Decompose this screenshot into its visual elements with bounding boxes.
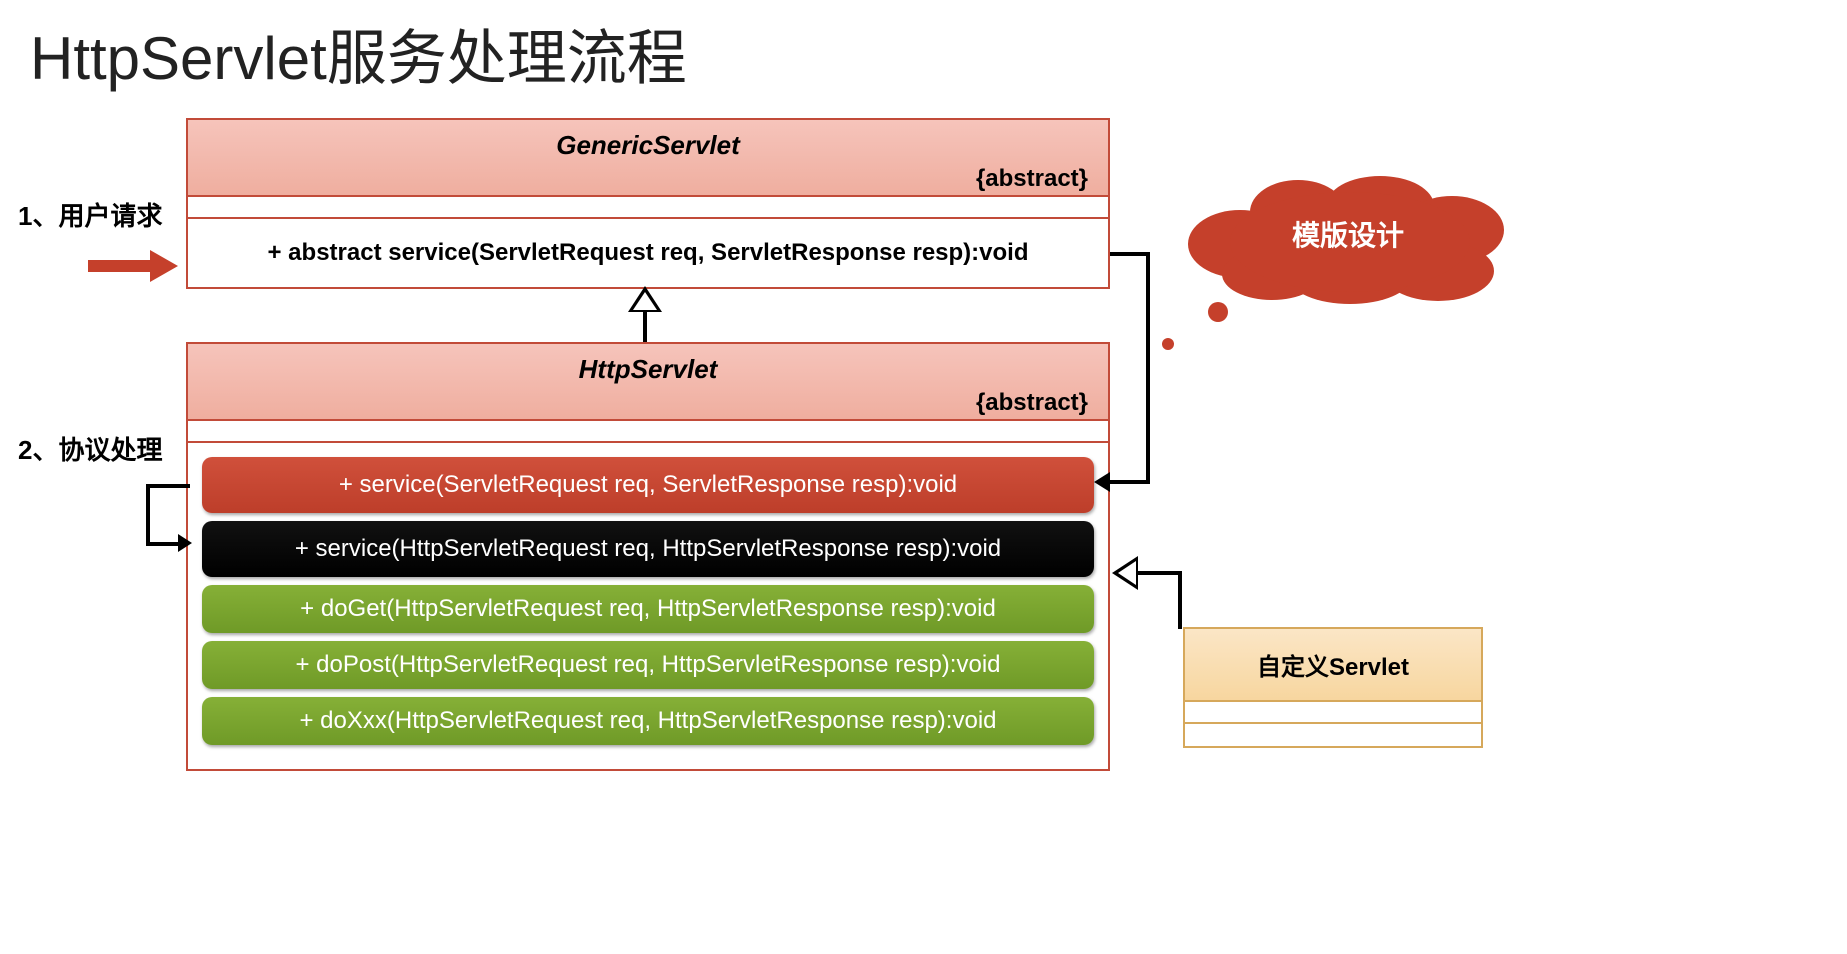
http-servlet-header: HttpServlet {abstract} — [188, 344, 1108, 421]
template-design-label: 模版设计 — [1248, 214, 1448, 254]
template-link-v — [1146, 252, 1150, 484]
call-line-out — [146, 484, 190, 488]
step1-label: 1、用户请求 — [18, 196, 162, 233]
service-method-http: + service(HttpServletRequest req, HttpSe… — [202, 521, 1094, 577]
call-line-in — [146, 542, 180, 546]
custom-inh-line-v — [1178, 571, 1182, 629]
inheritance-line — [643, 312, 647, 342]
template-link-arrowhead-icon — [1094, 472, 1110, 492]
user-request-arrow-icon — [88, 250, 178, 282]
generic-servlet-methods: + abstract service(ServletRequest req, S… — [188, 219, 1108, 287]
call-arrowhead-icon — [178, 534, 192, 552]
doget-method: + doGet(HttpServletRequest req, HttpServ… — [202, 585, 1094, 633]
call-line-vert — [146, 484, 150, 546]
custom-inheritance-arrowhead-icon — [1112, 556, 1138, 590]
step2-label: 2、协议处理 — [18, 430, 162, 467]
custom-servlet-method-compartment — [1185, 724, 1481, 746]
page-title: HttpServlet服务处理流程 — [30, 10, 687, 97]
http-servlet-attr-compartment — [188, 421, 1108, 443]
generic-servlet-name: GenericServlet — [556, 130, 740, 160]
generic-service-method: + abstract service(ServletRequest req, S… — [198, 225, 1098, 281]
custom-inh-line-h — [1138, 571, 1182, 575]
generic-servlet-attr-compartment — [188, 197, 1108, 219]
http-servlet-methods: + service(ServletRequest req, ServletRes… — [188, 443, 1108, 759]
template-link-h1 — [1110, 252, 1150, 256]
dopost-method: + doPost(HttpServletRequest req, HttpSer… — [202, 641, 1094, 689]
custom-servlet-name: 自定义Servlet — [1185, 629, 1481, 702]
thought-dot-small-icon — [1162, 338, 1174, 350]
inheritance-arrowhead-icon — [628, 286, 662, 312]
template-link-h2 — [1108, 480, 1150, 484]
service-method-generic: + service(ServletRequest req, ServletRes… — [202, 457, 1094, 513]
generic-servlet-class: GenericServlet {abstract} + abstract ser… — [186, 118, 1110, 289]
doxxx-method: + doXxx(HttpServletRequest req, HttpServ… — [202, 697, 1094, 745]
generic-servlet-header: GenericServlet {abstract} — [188, 120, 1108, 197]
http-servlet-stereotype: {abstract} — [188, 385, 1108, 417]
http-servlet-name: HttpServlet — [579, 354, 718, 384]
http-servlet-class: HttpServlet {abstract} + service(Servlet… — [186, 342, 1110, 771]
custom-servlet-class: 自定义Servlet — [1183, 627, 1483, 748]
thought-dot-large-icon — [1208, 302, 1228, 322]
custom-servlet-attr-compartment — [1185, 702, 1481, 724]
generic-servlet-stereotype: {abstract} — [188, 161, 1108, 193]
